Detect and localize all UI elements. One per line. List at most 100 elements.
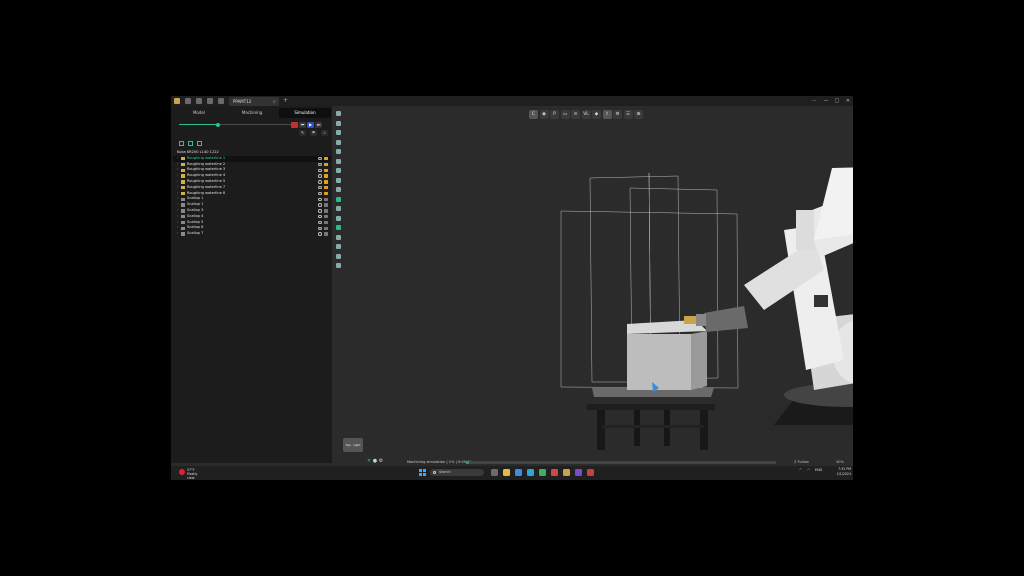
grid-icon[interactable] bbox=[336, 168, 341, 173]
visibility-icon[interactable] bbox=[318, 156, 322, 161]
tab-close-icon[interactable]: × bbox=[273, 97, 276, 106]
axis-icon[interactable]: ✕ bbox=[367, 458, 371, 464]
target-icon[interactable] bbox=[336, 187, 341, 192]
camera-view-icon[interactable] bbox=[336, 263, 341, 268]
view-toolbar-button[interactable]: ☰ bbox=[623, 110, 633, 119]
view-toolbar-button[interactable]: P bbox=[550, 110, 559, 119]
maximize-button[interactable]: □ bbox=[832, 96, 842, 106]
expand-all-icon[interactable] bbox=[179, 141, 184, 146]
file-explorer-icon[interactable] bbox=[503, 469, 510, 476]
scallop-operation-icon bbox=[181, 203, 185, 207]
view-toolbar-button[interactable]: ⇧ bbox=[602, 110, 612, 119]
play-button[interactable]: ▶ bbox=[307, 122, 314, 128]
new-tab-button[interactable]: + bbox=[283, 97, 288, 105]
visibility-icon[interactable] bbox=[318, 226, 322, 231]
visibility-icon[interactable] bbox=[318, 203, 322, 207]
light-icon[interactable] bbox=[336, 244, 341, 249]
render-icon[interactable] bbox=[336, 253, 341, 259]
record-icon[interactable] bbox=[291, 122, 298, 128]
visibility-icon[interactable] bbox=[318, 174, 322, 178]
select-icon[interactable] bbox=[336, 111, 341, 116]
simulation-slider[interactable] bbox=[179, 122, 291, 127]
collision-check-icon[interactable] bbox=[336, 206, 341, 211]
view-toolbar-button[interactable]: VL bbox=[581, 110, 591, 119]
edge-icon[interactable] bbox=[527, 469, 534, 476]
tab-simulation[interactable]: Simulation bbox=[279, 108, 331, 118]
view-toolbar-button[interactable]: ◉ bbox=[539, 110, 549, 119]
visibility-icon[interactable] bbox=[318, 232, 322, 236]
open-folder-icon[interactable] bbox=[207, 98, 213, 104]
clock-date: 2/1/2024 bbox=[836, 472, 851, 476]
system-clock[interactable]: 7:32 PM 2/1/2024 bbox=[831, 467, 851, 477]
visibility-icon[interactable] bbox=[318, 197, 322, 202]
visibility-icon[interactable] bbox=[318, 220, 322, 225]
tool-icon[interactable] bbox=[336, 196, 341, 202]
measure-icon[interactable] bbox=[336, 139, 341, 145]
expand-arrow-icon[interactable]: › bbox=[177, 231, 178, 237]
simulation-slider-handle[interactable] bbox=[216, 122, 221, 127]
3d-viewport[interactable] bbox=[344, 120, 853, 463]
roughing-operation-icon bbox=[181, 180, 185, 184]
tab-model[interactable]: Model bbox=[173, 108, 225, 118]
rotate-icon[interactable] bbox=[336, 130, 341, 135]
app-icon-record[interactable] bbox=[587, 469, 594, 476]
view-toolbar-button[interactable]: C bbox=[529, 110, 538, 119]
taskbar-search[interactable]: Search bbox=[430, 469, 484, 476]
mail-icon[interactable] bbox=[515, 469, 522, 476]
scallop-operation-icon bbox=[181, 226, 185, 231]
settings-icon[interactable]: ⚙ bbox=[379, 458, 383, 464]
visibility-icon[interactable] bbox=[318, 185, 322, 190]
minimize-button[interactable]: — bbox=[821, 96, 831, 106]
view-toolbar-button[interactable]: ▭ bbox=[560, 110, 570, 119]
task-view-icon[interactable] bbox=[491, 469, 498, 476]
view-toolbar-button[interactable]: ◆ bbox=[592, 110, 601, 119]
language-indicator[interactable]: ENG bbox=[815, 467, 822, 473]
filter-icon[interactable] bbox=[197, 141, 202, 146]
save-icon[interactable] bbox=[218, 98, 224, 104]
wifi-icon[interactable]: ◠ bbox=[807, 467, 810, 473]
view-toolbar-button[interactable]: ⊞ bbox=[634, 110, 643, 119]
section-icon[interactable] bbox=[336, 149, 341, 154]
tool-icon[interactable]: ⚑ bbox=[310, 130, 317, 136]
roughing-operation-icon bbox=[181, 156, 185, 161]
worktable bbox=[587, 404, 715, 450]
close-button[interactable]: ✕ bbox=[843, 96, 853, 106]
status-flag-icon bbox=[324, 197, 328, 202]
view-toolbar-button[interactable]: ⚙ bbox=[613, 110, 622, 119]
zoom-level[interactable]: 40% bbox=[836, 459, 844, 465]
prev-button[interactable]: ⏮ bbox=[299, 122, 306, 128]
warning-icon[interactable]: ⚠ bbox=[321, 130, 328, 136]
new-file-icon[interactable] bbox=[196, 98, 202, 104]
pan-icon[interactable] bbox=[336, 225, 341, 230]
chrome-icon[interactable] bbox=[539, 469, 546, 476]
visibility-icon[interactable] bbox=[318, 180, 322, 184]
view-icon[interactable] bbox=[336, 234, 341, 240]
menu-icon[interactable] bbox=[185, 98, 191, 104]
move-icon[interactable] bbox=[336, 120, 341, 126]
app-icon-red[interactable] bbox=[551, 469, 558, 476]
visibility-icon[interactable] bbox=[318, 162, 322, 167]
windows-start-icon[interactable] bbox=[419, 469, 426, 476]
camera-icon[interactable]: ● bbox=[373, 458, 377, 464]
visibility-icon[interactable] bbox=[318, 168, 322, 173]
tab-machining[interactable]: Machining bbox=[226, 108, 278, 118]
snap-icon[interactable] bbox=[336, 177, 341, 183]
collision-icon[interactable]: ✎ bbox=[299, 130, 306, 136]
view-cube[interactable]: Top · right bbox=[343, 438, 363, 452]
follow-mode[interactable]: Z Follow bbox=[794, 459, 809, 465]
visibility-icon[interactable] bbox=[318, 209, 322, 213]
app-icon-purple[interactable] bbox=[575, 469, 582, 476]
document-tab[interactable]: PPAMT12 × bbox=[229, 97, 279, 106]
cam-app-icon[interactable] bbox=[563, 469, 570, 476]
collapse-all-icon[interactable] bbox=[188, 141, 193, 146]
zoom-fit-icon[interactable] bbox=[336, 215, 341, 221]
more-options-button[interactable]: ··· bbox=[809, 96, 819, 106]
tray-chevron-icon[interactable]: ^ bbox=[799, 467, 802, 473]
layers-icon[interactable] bbox=[336, 158, 341, 164]
tree-item[interactable]: › Scallop 7 bbox=[173, 231, 331, 237]
next-button[interactable]: ⏭ bbox=[315, 122, 322, 128]
view-toolbar-button[interactable]: ≡ bbox=[571, 110, 580, 119]
visibility-icon[interactable] bbox=[318, 214, 322, 219]
visibility-icon[interactable] bbox=[318, 191, 322, 196]
status-flag-icon bbox=[324, 209, 328, 213]
